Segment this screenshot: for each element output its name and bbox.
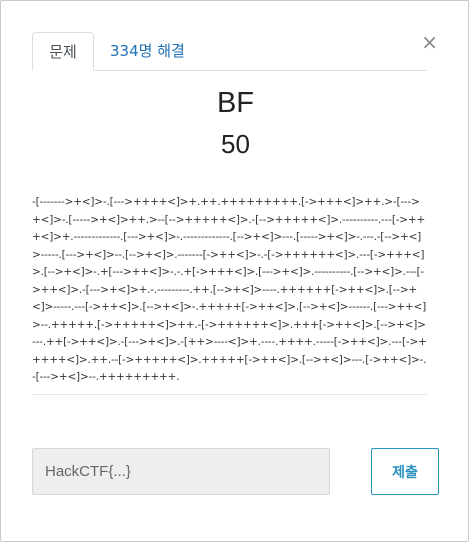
challenge-description: -[------->+<]>-.[--->++++<]>+.++.+++++++…: [32, 196, 427, 383]
modal-tabs: 문제 334명 해결: [32, 32, 427, 71]
challenge-points: 50: [221, 129, 250, 159]
close-icon[interactable]: ×: [421, 31, 438, 53]
submit-button[interactable]: 제출: [371, 448, 439, 495]
divider: [32, 394, 427, 395]
tab-solves[interactable]: 334명 해결: [110, 32, 185, 70]
tab-problem[interactable]: 문제: [32, 32, 94, 71]
challenge-title: BF: [216, 87, 255, 119]
challenge-modal: 문제 334명 해결 × BF 50 -[------->+<]>-.[--->…: [0, 0, 469, 542]
flag-input[interactable]: [32, 448, 330, 495]
